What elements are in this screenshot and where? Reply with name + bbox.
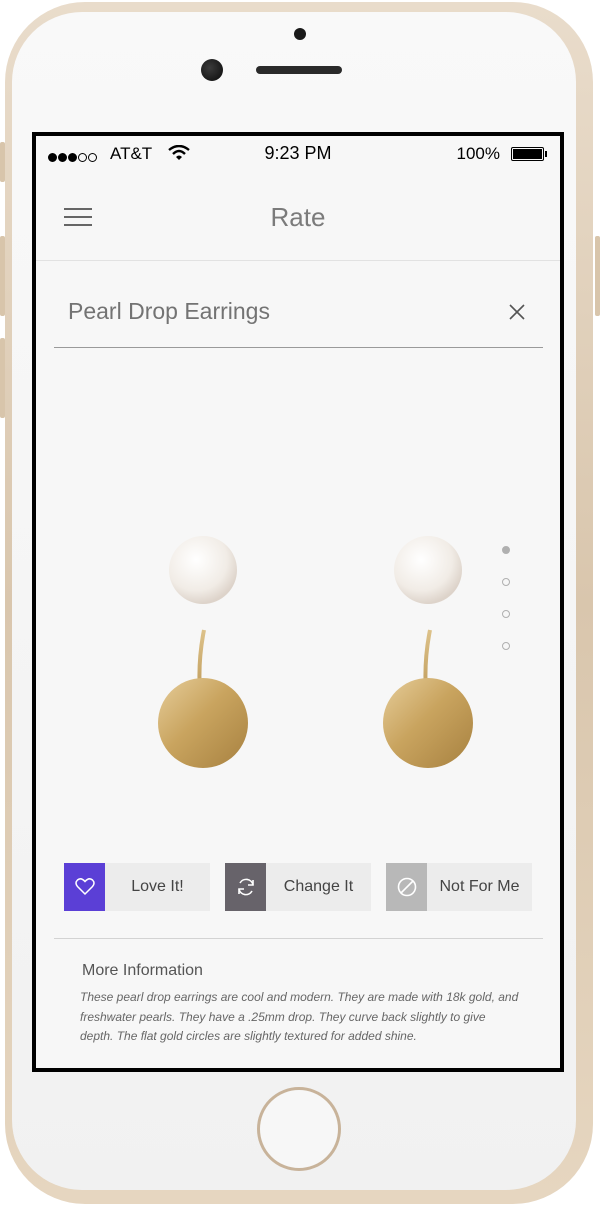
navigation-bar: Rate <box>36 172 560 261</box>
product-header: Pearl Drop Earrings <box>54 282 543 348</box>
battery-tip <box>545 151 547 157</box>
love-it-label: Love It! <box>131 878 184 895</box>
proximity-sensor <box>294 28 306 40</box>
screen: AT&T 9:23 PM 100% Rate Pearl Drop Earrin… <box>32 132 564 1072</box>
pager-dot-4[interactable] <box>502 642 510 650</box>
battery-percentage: 100% <box>456 144 500 163</box>
heart-icon <box>64 863 105 911</box>
more-information-heading: More Information <box>82 962 203 979</box>
not-for-me-button[interactable]: Not For Me <box>386 863 532 911</box>
refresh-icon <box>225 863 266 911</box>
home-button[interactable] <box>257 1087 341 1171</box>
earpiece-speaker <box>256 66 342 74</box>
product-description: These pearl drop earrings are cool and m… <box>80 990 519 1043</box>
block-icon <box>386 863 427 911</box>
product-title: Pearl Drop Earrings <box>68 298 270 324</box>
pager-dot-1[interactable] <box>502 546 510 554</box>
love-it-button[interactable]: Love It! <box>64 863 210 911</box>
battery-icon <box>511 147 544 161</box>
power-button <box>595 236 600 316</box>
volume-up-button <box>0 236 5 316</box>
not-for-me-label: Not For Me <box>439 878 520 895</box>
section-divider <box>54 938 543 939</box>
volume-down-button <box>0 338 5 418</box>
change-it-button[interactable]: Change It <box>225 863 371 911</box>
product-image[interactable] <box>54 350 543 840</box>
app-display: AT&T 9:23 PM 100% Rate Pearl Drop Earrin… <box>36 136 560 1068</box>
silent-switch <box>0 142 5 182</box>
pager-dot-3[interactable] <box>502 610 510 618</box>
status-bar: AT&T 9:23 PM 100% <box>36 136 560 172</box>
image-pager <box>502 546 512 674</box>
rating-actions: Love It! Change It Not For Me <box>64 863 534 913</box>
front-camera <box>201 59 223 81</box>
change-it-label: Change It <box>283 878 354 895</box>
pager-dot-2[interactable] <box>502 578 510 586</box>
page-title: Rate <box>270 202 326 232</box>
close-icon[interactable] <box>507 302 527 322</box>
